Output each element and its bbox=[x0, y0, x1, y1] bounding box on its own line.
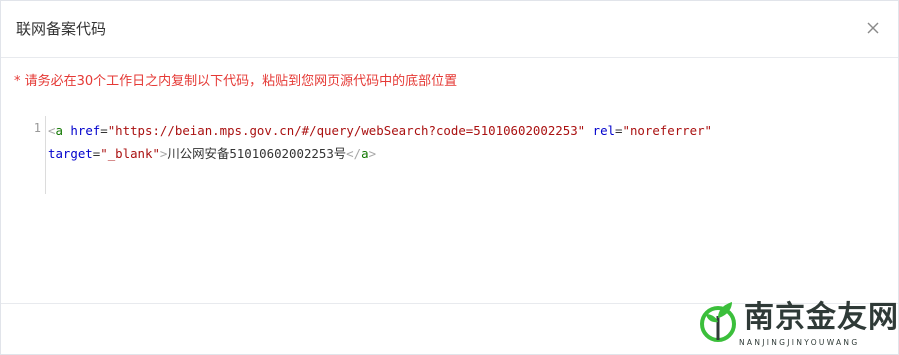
close-icon[interactable] bbox=[862, 17, 884, 39]
code-end-tag-open: </ bbox=[346, 146, 362, 161]
watermark-pinyin: NANJINGJINYOUWANG bbox=[739, 338, 860, 347]
code-attr-rel: rel bbox=[592, 123, 616, 138]
code-attr-target: target bbox=[48, 146, 93, 161]
code-end-tag-close: > bbox=[368, 146, 377, 161]
code-end-tag-name: a bbox=[361, 146, 369, 161]
watermark-name: 南京金友网 bbox=[744, 300, 899, 335]
code-attr-href: href bbox=[70, 123, 101, 138]
watermark: 南京金友网 NANJINGJINYOUWANG bbox=[692, 297, 899, 353]
code-rel-value: "noreferrer" bbox=[622, 123, 713, 138]
line-number: 1 bbox=[33, 121, 41, 135]
code-tag-name: a bbox=[55, 123, 63, 138]
code-editor[interactable]: 1 <a href="https://beian.mps.gov.cn/#/qu… bbox=[27, 116, 867, 194]
code-link-text: 川公网安备51010602002253号 bbox=[167, 146, 347, 161]
code-target-value: "_blank" bbox=[100, 146, 160, 161]
code-eq: = bbox=[100, 123, 108, 138]
code-text[interactable]: <a href="https://beian.mps.gov.cn/#/quer… bbox=[48, 119, 858, 165]
code-href-value: "https://beian.mps.gov.cn/#/query/webSea… bbox=[107, 123, 586, 138]
notice-text: * 请务必在30个工作日之内复制以下代码，粘贴到您网页源代码中的底部位置 bbox=[14, 74, 458, 89]
dialog-title: 联网备案代码 bbox=[16, 20, 107, 38]
line-gutter: 1 bbox=[27, 116, 46, 194]
dialog-header: 联网备案代码 bbox=[1, 1, 898, 58]
leaf-logo-icon bbox=[698, 300, 738, 344]
